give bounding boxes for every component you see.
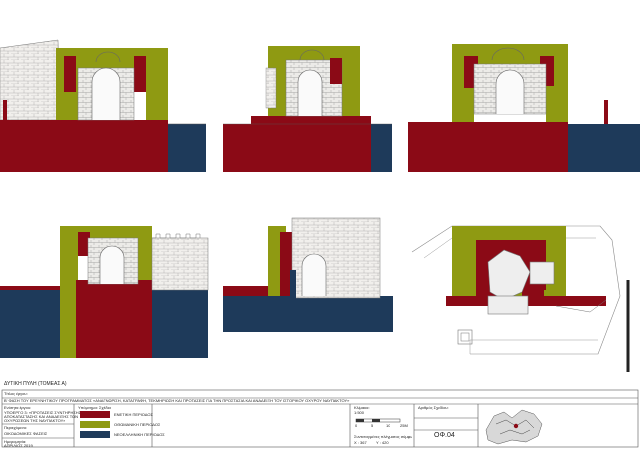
coord-x: X : 367 — [354, 440, 367, 445]
elevation-3 — [408, 44, 640, 172]
legend-title: Υπόμνημα: Σχέδια — [78, 405, 111, 410]
legend-label-venetian: ΕΝΕΤΙΚΗ ΠΕΡΙΟΔΟΣ — [114, 412, 153, 417]
drawing-number: ΟΦ.04 — [434, 432, 455, 439]
scale-note: Συντεταγμένες πλέγματος σύμφωνα με σύστη… — [354, 434, 412, 439]
elevation-5 — [223, 217, 393, 332]
legend-label-ottoman: ΟΘΩΜΑΝΙΚΗ ΠΕΡΙΟΔΟΣ — [114, 422, 161, 427]
legend-swatch-neohellenic — [80, 431, 110, 438]
subproject-line-3: ΟΧΥΡΩΣΕΩΝ ΤΗΣ ΝΑΥΠΑΚΤΟΥ» — [4, 418, 66, 423]
elevation-4 — [0, 226, 209, 358]
project-label: Τίτλος έργου: — [4, 391, 28, 396]
coord-y: Y : 420 — [376, 440, 389, 445]
legend-label-neohellenic: ΝΕΟΕΛΛΗΝΙΚΗ ΠΕΡΙΟΔΟΣ — [114, 432, 165, 437]
elevation-1 — [0, 39, 206, 172]
project-title: Β' ΦΑΣΗ ΤΟΥ ΕΡΕΥΝΗΤΙΚΟΥ ΠΡΟΓΡΑΜΜΑΤΟΣ «ΑΝ… — [4, 398, 350, 403]
drawing-caption: ΔΥΤΙΚΗ ΠΥΛΗ (ΤΟΜΕΑΣ Α) — [4, 381, 67, 387]
date-value: ΑΠΡΙΛΙΟΣ 2019 — [4, 443, 33, 448]
legend-swatch-venetian — [80, 411, 110, 418]
legend-swatch-ottoman — [80, 421, 110, 428]
scale-tick-25: 25M — [400, 423, 408, 428]
scale-tick-0: 0 — [355, 423, 358, 428]
scale-tick-10: 10 — [386, 423, 391, 428]
drawing-number-label: Αριθμός Σχεδίου: — [418, 405, 449, 410]
scale-value: 1:500 — [354, 410, 365, 415]
phase-value: ΟΙΚΟΔΟΜΙΚΕΣ ΦΑΣΕΙΣ — [4, 431, 48, 436]
site-plan — [411, 225, 630, 372]
scale-tick-5: 5 — [371, 423, 374, 428]
locator-map — [482, 406, 552, 446]
elevation-2 — [223, 46, 392, 172]
drawings-canvas — [0, 39, 640, 448]
drawing-sheet: ΔΥΤΙΚΗ ΠΥΛΗ (ΤΟΜΕΑΣ Α) Τίτλος έργου: Β' … — [0, 0, 640, 449]
phase-label: Περιεχόμενο: — [4, 425, 28, 430]
scale-bar — [355, 418, 401, 423]
